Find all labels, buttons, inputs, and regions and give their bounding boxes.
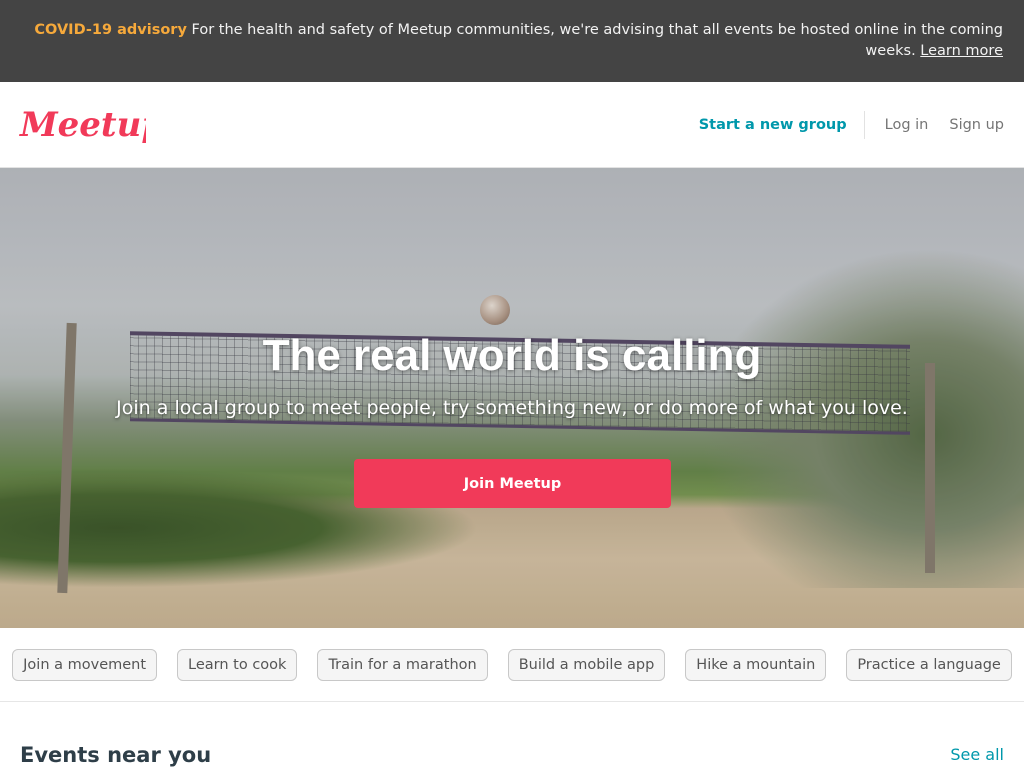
topic-chip[interactable]: Build a mobile app xyxy=(507,648,666,681)
topic-chip[interactable]: Hike a mountain xyxy=(685,648,827,681)
see-all-link[interactable]: See all xyxy=(950,745,1004,764)
signup-link[interactable]: Sign up xyxy=(949,117,1004,133)
meetup-logo-icon: Meetup xyxy=(19,105,146,145)
site-header: Meetup Start a new group Log in Sign up xyxy=(0,82,1024,168)
advisory-tag: COVID-19 advisory xyxy=(34,22,187,38)
advisory-message: For the health and safety of Meetup comm… xyxy=(191,22,1003,59)
header-nav: Start a new group Log in Sign up xyxy=(699,82,1004,168)
hero-content: The real world is calling Join a local g… xyxy=(0,168,1024,628)
meetup-logo[interactable]: Meetup xyxy=(18,98,146,150)
covid-advisory-banner: COVID-19 advisory For the health and saf… xyxy=(0,0,1024,82)
topic-chips: Join a movement Learn to cook Train for … xyxy=(0,628,1024,702)
events-near-you-heading: Events near you xyxy=(20,743,212,767)
topic-chip[interactable]: Learn to cook xyxy=(177,648,298,681)
logo-wordmark: Meetup xyxy=(19,105,146,145)
login-link[interactable]: Log in xyxy=(865,117,950,133)
topic-chip[interactable]: Join a movement xyxy=(12,648,158,681)
hero-title: The real world is calling xyxy=(262,331,762,380)
learn-more-link[interactable]: Learn more xyxy=(920,43,1003,59)
start-new-group-link[interactable]: Start a new group xyxy=(699,117,864,133)
hero-section: The real world is calling Join a local g… xyxy=(0,168,1024,628)
topic-chip[interactable]: Train for a marathon xyxy=(317,648,488,681)
hero-subtitle: Join a local group to meet people, try s… xyxy=(116,397,908,419)
join-meetup-button[interactable]: Join Meetup xyxy=(354,459,671,508)
topic-chip[interactable]: Practice a language xyxy=(846,648,1012,681)
